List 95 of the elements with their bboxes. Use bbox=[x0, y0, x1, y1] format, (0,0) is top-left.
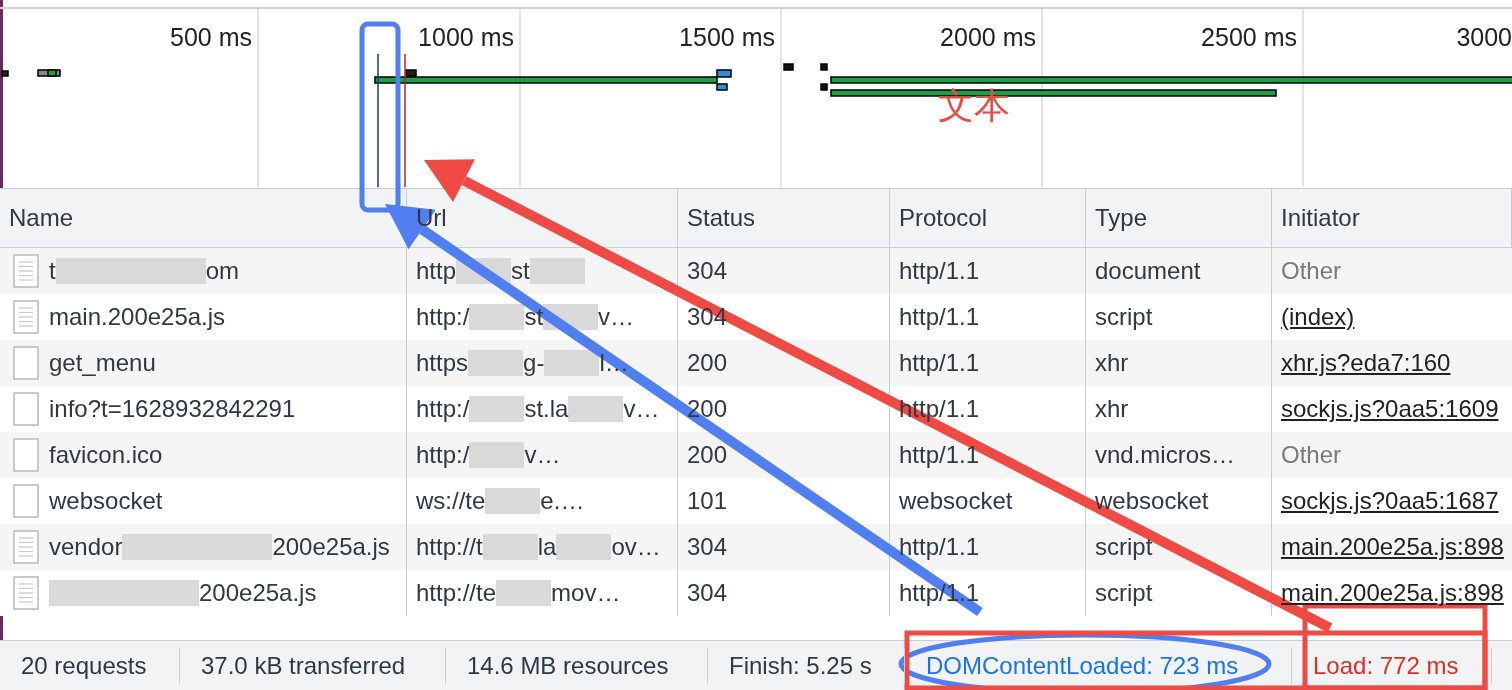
status-text: Load: 772 ms bbox=[1292, 647, 1492, 684]
initiator-link[interactable]: sockjs.js?0aa5:1609 bbox=[1281, 391, 1499, 427]
cell-text: http://te bbox=[416, 578, 497, 608]
table-cell-text: 304 bbox=[687, 532, 728, 562]
cell-text: http://t bbox=[416, 532, 483, 562]
table-cell-text: http/1.1 bbox=[899, 440, 980, 470]
cell-text: 200e25a.js bbox=[272, 532, 390, 562]
table-cell-text: vnd.micros… bbox=[1095, 440, 1236, 470]
initiator-link[interactable]: (index) bbox=[1281, 299, 1355, 335]
table-cell-text: http/1.1 bbox=[899, 532, 980, 562]
document-icon bbox=[13, 300, 39, 334]
cell-text: ws://te bbox=[416, 486, 486, 516]
cell-text: websocket bbox=[49, 486, 163, 516]
cell-text: favicon.ico bbox=[49, 440, 163, 470]
table-cell-text: script bbox=[1095, 302, 1153, 332]
cell-text: info?t=1628932842291 bbox=[49, 394, 296, 424]
cell-text: http:/ bbox=[416, 302, 470, 332]
cell-text: ov… bbox=[611, 532, 661, 562]
cell-text: get_menu bbox=[49, 348, 156, 378]
status-text: 14.6 MB resources bbox=[446, 647, 708, 684]
table-cell-text: 200 bbox=[687, 394, 728, 424]
document-icon bbox=[13, 530, 39, 564]
cell-text: v… bbox=[524, 440, 561, 470]
tick-label: 500 ms bbox=[170, 22, 252, 53]
document-icon bbox=[13, 254, 39, 288]
tick-label: 1000 ms bbox=[418, 22, 514, 53]
cell-text: http:/ bbox=[416, 440, 470, 470]
table-cell-text: websocket bbox=[899, 486, 1013, 516]
file-icon bbox=[13, 346, 39, 380]
blurred-text bbox=[482, 534, 538, 560]
cell-text: v… bbox=[598, 302, 635, 332]
annotation-text: 文本 bbox=[938, 85, 1010, 126]
blurred-text bbox=[556, 534, 612, 560]
table-cell-text: document bbox=[1095, 256, 1201, 286]
table-cell-text: 304 bbox=[687, 578, 728, 608]
status-text: 37.0 kB transferred bbox=[180, 647, 446, 684]
table-cell-text: script bbox=[1095, 578, 1153, 608]
cell-text: http:/ bbox=[416, 394, 470, 424]
column-header[interactable]: Type bbox=[1095, 200, 1148, 236]
blurred-text bbox=[544, 350, 600, 376]
file-icon bbox=[13, 484, 39, 518]
cell-text: vendor bbox=[49, 532, 123, 562]
initiator-link[interactable]: sockjs.js?0aa5:1687 bbox=[1281, 483, 1499, 519]
cell-text: http bbox=[416, 256, 457, 286]
blurred-text bbox=[496, 580, 552, 606]
cell-text: mov… bbox=[551, 578, 621, 608]
table-cell-text: xhr bbox=[1095, 348, 1129, 378]
status-text: DOMContentLoaded: 723 ms bbox=[905, 647, 1292, 684]
cell-text: 200e25a.js bbox=[199, 578, 317, 608]
blurred-text bbox=[469, 304, 525, 330]
cell-text: st.la bbox=[524, 394, 569, 424]
tick-label: 2500 ms bbox=[1201, 22, 1297, 53]
blurred-text bbox=[529, 258, 585, 284]
column-header[interactable]: Name bbox=[9, 200, 74, 236]
column-header[interactable]: Initiator bbox=[1281, 200, 1360, 236]
table-cell-text: http/1.1 bbox=[899, 302, 980, 332]
cell-text: v… bbox=[623, 394, 660, 424]
cell-text: st bbox=[524, 302, 544, 332]
cell-text: om bbox=[205, 256, 239, 286]
cell-text: main.200e25a.js bbox=[49, 302, 226, 332]
table-cell-text: 200 bbox=[687, 348, 728, 378]
file-icon bbox=[13, 438, 39, 472]
table-cell-text: http/1.1 bbox=[899, 348, 980, 378]
table-cell-text: websocket bbox=[1095, 486, 1209, 516]
table-cell-text: Other bbox=[1281, 256, 1342, 286]
initiator-link[interactable]: xhr.js?eda7:160 bbox=[1281, 345, 1451, 381]
table-cell-text: script bbox=[1095, 532, 1153, 562]
cell-text: st bbox=[511, 256, 530, 286]
cell-text: g- bbox=[523, 348, 545, 378]
initiator-link[interactable]: main.200e25a.js:898 bbox=[1281, 529, 1504, 565]
cell-text: https bbox=[416, 348, 469, 378]
cell-text: e.… bbox=[540, 486, 585, 516]
tick-label: 2000 ms bbox=[940, 22, 1036, 53]
document-icon bbox=[13, 576, 39, 610]
table-cell-text: 101 bbox=[687, 486, 728, 516]
table-cell-text: xhr bbox=[1095, 394, 1129, 424]
column-header[interactable]: Protocol bbox=[899, 200, 988, 236]
blurred-text bbox=[485, 488, 541, 514]
blurred-text bbox=[469, 396, 525, 422]
column-header[interactable]: Status bbox=[687, 200, 756, 236]
status-text: 20 requests bbox=[0, 647, 180, 684]
tick-label: 1500 ms bbox=[679, 22, 775, 53]
blurred-text bbox=[469, 442, 525, 468]
file-icon bbox=[13, 392, 39, 426]
table-cell-text: 200 bbox=[687, 440, 728, 470]
status-text: Finish: 5.25 s bbox=[708, 647, 905, 684]
tick-label: 3000 bbox=[1456, 22, 1512, 53]
blurred-text bbox=[568, 396, 624, 422]
cell-text: t bbox=[49, 256, 56, 286]
table-cell-text: Other bbox=[1281, 440, 1342, 470]
initiator-link[interactable]: main.200e25a.js:898 bbox=[1281, 575, 1504, 611]
cell-text: la bbox=[537, 532, 557, 562]
blurred-text bbox=[468, 350, 524, 376]
table-cell-text: 304 bbox=[687, 256, 728, 286]
table-cell-text: http/1.1 bbox=[899, 256, 980, 286]
